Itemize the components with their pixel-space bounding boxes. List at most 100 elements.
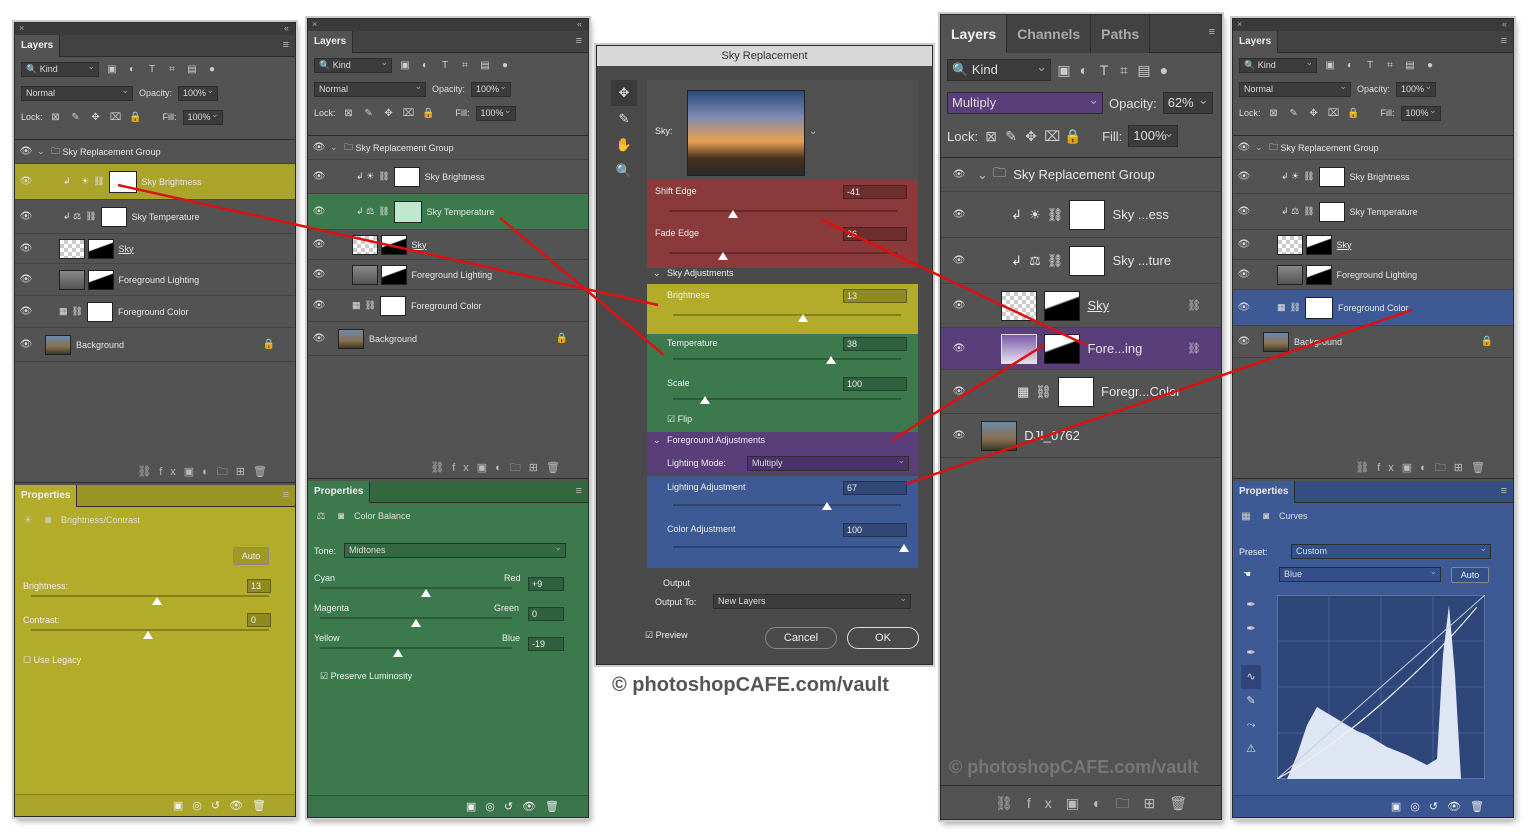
layer-group[interactable]: 👁 ⌄ 🗀 Sky Replacement Group <box>941 158 1221 192</box>
kind-filter[interactable]: 🔍 Kind <box>21 60 99 77</box>
eye-icon[interactable]: 👁 <box>308 239 330 250</box>
zoom-tool-icon[interactable]: 🔍 <box>611 158 637 184</box>
fill-field[interactable]: 100% <box>475 104 516 121</box>
gray-eyedropper-icon[interactable]: ✒ <box>1241 617 1261 641</box>
layer-group[interactable]: 👁 ⌄ 🗀 Sky Replacement Group <box>308 136 588 160</box>
shape-filter-icon[interactable]: ⌗ <box>1117 62 1131 79</box>
clipping-warning-icon[interactable]: ⚠ <box>1241 737 1261 761</box>
eye-icon[interactable]: 👁 <box>15 146 37 157</box>
chevron-down-icon[interactable]: ⌄ <box>330 142 344 153</box>
panel-menu-icon[interactable]: ≡ <box>1501 486 1507 497</box>
fill-field[interactable]: 100% <box>1400 104 1441 121</box>
shape-filter-icon[interactable]: ⌗ <box>458 60 472 71</box>
temperature-knob[interactable] <box>826 356 836 364</box>
smart-filter-icon[interactable]: ▤ <box>1403 60 1417 71</box>
brightness-knob[interactable] <box>798 314 808 322</box>
pencil-icon[interactable]: ✎ <box>1241 689 1261 713</box>
properties-footer-icons[interactable]: ▣◎↺👁🗑 <box>15 794 295 816</box>
filter-toggle-icon[interactable]: ● <box>205 64 219 75</box>
cyan-red-slider[interactable] <box>320 587 512 589</box>
adjustment-filter-icon[interactable]: ◐ <box>1077 62 1091 78</box>
filter-toggle-icon[interactable]: ● <box>1157 62 1171 78</box>
blend-mode-select[interactable]: Normal <box>314 80 426 97</box>
auto-button[interactable]: Auto <box>1451 567 1489 583</box>
chevron-down-icon[interactable]: ⌄ <box>653 435 661 446</box>
kind-filter[interactable]: 🔍 Kind <box>1239 56 1317 73</box>
lock-brush-icon[interactable]: ✎ <box>1287 108 1301 119</box>
eye-icon[interactable]: 👁 <box>15 306 37 317</box>
target-adjust-icon[interactable]: ☚ <box>1243 569 1251 580</box>
white-eyedropper-icon[interactable]: ✒ <box>1241 641 1261 665</box>
lock-all-icon[interactable]: 🔒 <box>1064 128 1081 145</box>
type-filter-icon[interactable]: T <box>438 60 452 71</box>
smart-filter-icon[interactable]: ▤ <box>185 64 199 75</box>
properties-footer-icons[interactable]: ▣◎↺👁🗑 <box>1233 795 1513 817</box>
brightness-knob[interactable] <box>152 597 162 605</box>
filter-toggle-icon[interactable]: ● <box>498 60 512 71</box>
close-icon[interactable]: × <box>312 19 317 29</box>
lock-position-icon[interactable]: ✥ <box>1307 108 1321 119</box>
auto-button[interactable]: Auto <box>233 547 269 565</box>
preview-checkbox[interactable]: ☑ Preview <box>645 630 688 641</box>
layer-foreground-lighting[interactable]: 👁 Fore...ing ⛓ <box>941 328 1221 370</box>
panel-menu-icon[interactable]: ≡ <box>576 36 582 47</box>
close-icon[interactable]: × <box>19 23 24 33</box>
shift-edge-field[interactable]: -41 <box>843 185 907 199</box>
layers-footer-icons[interactable]: ⛓fx▣◐🗀⊞🗑 <box>15 461 295 483</box>
eye-icon[interactable]: 👁 <box>1233 171 1255 182</box>
tab-layers[interactable]: Layers <box>308 31 354 53</box>
collapse-icon[interactable]: « <box>1502 19 1507 29</box>
cyan-red-field[interactable]: +9 <box>528 577 564 591</box>
opacity-field[interactable]: 62% <box>1162 90 1213 114</box>
opacity-field[interactable]: 100% <box>178 84 219 101</box>
cancel-button[interactable]: Cancel <box>765 627 837 649</box>
yellow-blue-field[interactable]: -19 <box>528 637 564 651</box>
curve-point-icon[interactable]: ∿ <box>1241 665 1261 689</box>
lock-position-icon[interactable]: ✥ <box>89 112 103 123</box>
kind-filter[interactable]: 🔍 Kind <box>314 56 392 73</box>
shift-edge-slider[interactable] <box>669 210 897 212</box>
eye-icon[interactable]: 👁 <box>941 343 977 354</box>
panel-menu-icon[interactable]: ≡ <box>1501 36 1507 47</box>
smart-filter-icon[interactable]: ▤ <box>478 60 492 71</box>
tab-layers[interactable]: Layers <box>941 15 1008 53</box>
lock-brush-icon[interactable]: ✎ <box>69 112 83 123</box>
brightness-slider[interactable] <box>673 314 901 316</box>
brightness-slider[interactable] <box>31 595 269 597</box>
fade-edge-slider[interactable] <box>669 252 897 254</box>
image-filter-icon[interactable]: ▣ <box>1057 62 1071 79</box>
image-filter-icon[interactable]: ▣ <box>398 60 412 71</box>
collapse-icon[interactable]: « <box>284 23 289 33</box>
lock-pixels-icon[interactable]: ⊠ <box>984 128 998 145</box>
scale-field[interactable]: 100 <box>843 377 907 391</box>
opacity-field[interactable]: 100% <box>1396 80 1437 97</box>
lock-brush-icon[interactable]: ✎ <box>362 108 376 119</box>
filter-toggle-icon[interactable]: ● <box>1423 60 1437 71</box>
sky-brush-icon[interactable]: ✎ <box>611 106 637 132</box>
chevron-down-icon[interactable]: ⌄ <box>1255 142 1269 153</box>
layer-foreground-lighting[interactable]: 👁 Foreground Lighting <box>15 264 295 296</box>
eye-icon[interactable]: 👁 <box>1233 142 1255 153</box>
contrast-knob[interactable] <box>143 631 153 639</box>
smooth-curve-icon[interactable]: ⤳ <box>1241 713 1261 737</box>
lighting-adjustment-field[interactable]: 67 <box>843 481 907 495</box>
blend-mode-select[interactable]: Normal <box>21 84 133 101</box>
eye-icon[interactable]: 👁 <box>941 430 977 441</box>
type-filter-icon[interactable]: T <box>145 64 159 75</box>
collapse-icon[interactable]: « <box>577 19 582 29</box>
layer-foreground-color[interactable]: 👁 ▦ ⛓ Foreground Color <box>15 296 295 328</box>
tab-paths[interactable]: Paths <box>1091 15 1151 53</box>
eye-icon[interactable]: 👁 <box>1233 302 1255 313</box>
tab-layers[interactable]: Layers <box>1233 31 1279 53</box>
layer-sky-brightness[interactable]: 👁 ↲ ☀ ⛓ Sky Brightness <box>1233 160 1513 194</box>
tab-layers[interactable]: Layers <box>15 35 61 57</box>
panel-menu-icon[interactable]: ≡ <box>576 486 582 497</box>
layer-sky-temperature[interactable]: 👁 ↲ ⚖ ⛓ Sky ...ture <box>941 238 1221 284</box>
layers-footer-icons[interactable]: ⛓fx▣◐🗀⊞🗑 <box>308 457 588 479</box>
flip-checkbox[interactable]: ☑ Flip <box>667 414 692 425</box>
eye-icon[interactable]: 👁 <box>1233 239 1255 250</box>
fill-field[interactable]: 100% <box>1128 123 1179 147</box>
chevron-down-icon[interactable]: ⌄ <box>37 146 51 157</box>
blend-mode-select[interactable]: Multiply <box>947 90 1103 114</box>
eye-icon[interactable]: 👁 <box>941 386 977 397</box>
